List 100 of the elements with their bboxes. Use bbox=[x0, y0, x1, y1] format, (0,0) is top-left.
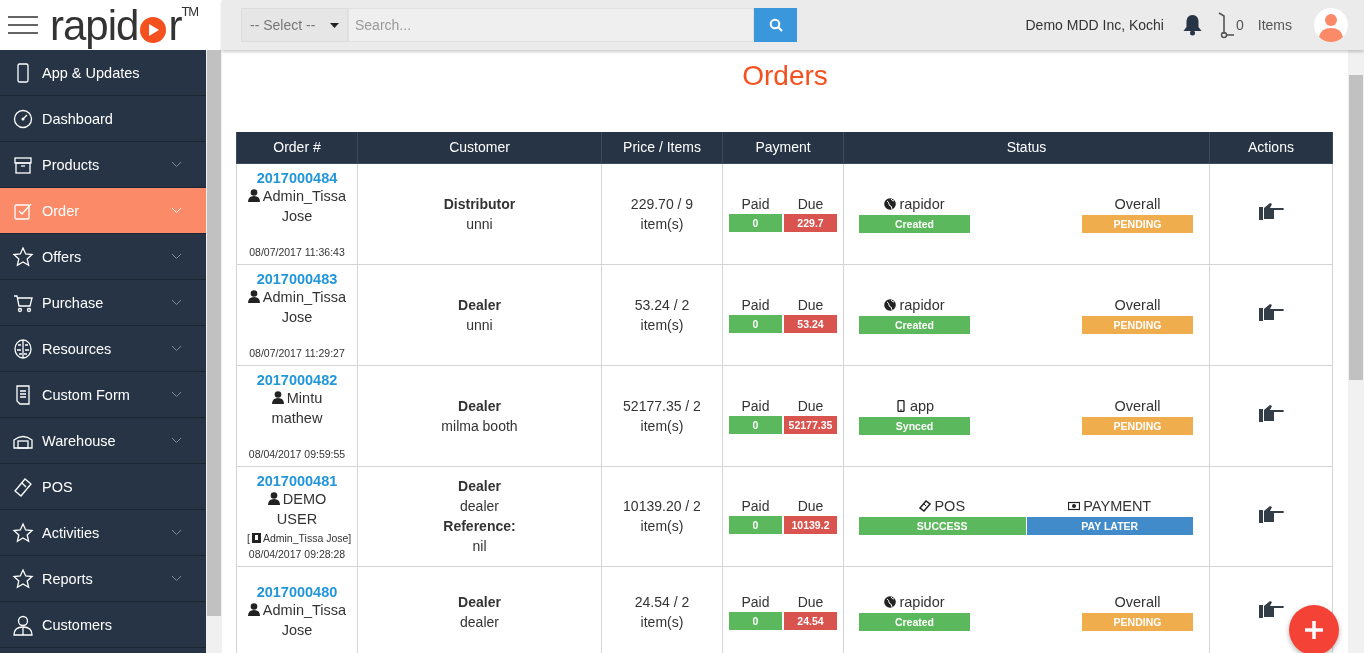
pointing-hand-icon[interactable] bbox=[1257, 202, 1285, 222]
company-name: Demo MDD Inc, Kochi bbox=[1025, 17, 1164, 33]
search-icon bbox=[768, 18, 783, 32]
customer-type: Dealer bbox=[457, 592, 502, 612]
customer-name: milma booth bbox=[440, 416, 519, 436]
customer-name: dealer bbox=[459, 612, 500, 632]
user-name: Admin_Tissa Jose bbox=[247, 599, 347, 640]
column-header: Price / Items bbox=[601, 132, 723, 163]
price-items: 24.54 / 2 item(s) bbox=[633, 592, 691, 632]
column-header: Status bbox=[843, 132, 1210, 163]
paid-label: Paid bbox=[741, 296, 770, 314]
due-amount: 10139.2 bbox=[784, 516, 837, 534]
customer-type: Dealer bbox=[457, 477, 502, 496]
order-date: 08/07/2017 11:29:27 bbox=[248, 346, 346, 359]
customer-type: Distributor bbox=[442, 194, 517, 214]
price-items: 52177.35 / 2 item(s) bbox=[622, 396, 702, 436]
search-field[interactable]: Search... bbox=[348, 8, 754, 42]
paid-amount: 0 bbox=[729, 415, 782, 434]
globe-icon bbox=[884, 298, 897, 311]
status-badge: PENDING bbox=[1082, 416, 1193, 435]
due-amount: 52177.35 bbox=[784, 415, 837, 434]
pointing-hand-icon[interactable] bbox=[1257, 504, 1285, 525]
paid-label: Paid bbox=[741, 397, 770, 415]
status-badge: PENDING bbox=[1082, 214, 1193, 233]
user-icon bbox=[271, 390, 284, 404]
pointing-hand-icon[interactable] bbox=[1257, 404, 1285, 424]
due-label: Due bbox=[797, 195, 824, 213]
status-label: Overall bbox=[1114, 592, 1161, 611]
paid-label: Paid bbox=[741, 593, 770, 611]
paid-amount: 0 bbox=[729, 213, 782, 232]
status-badge: Created bbox=[859, 612, 970, 631]
source-label: app bbox=[894, 396, 935, 415]
due-amount: 24.54 bbox=[784, 611, 837, 630]
column-header: Actions bbox=[1209, 132, 1333, 163]
user-name: Admin_Tissa Jose bbox=[247, 185, 347, 226]
status-badge: Created bbox=[859, 315, 970, 334]
reference-label: Reference: bbox=[442, 517, 517, 536]
cart-label[interactable]: Items bbox=[1257, 17, 1292, 33]
trolley-icon[interactable] bbox=[1216, 11, 1235, 39]
star-icon bbox=[12, 521, 34, 544]
globe-icon bbox=[884, 595, 897, 608]
user-icon bbox=[267, 491, 280, 505]
status-badge: SUCCESS bbox=[859, 517, 1026, 535]
price-items: 53.24 / 2 item(s) bbox=[633, 295, 691, 335]
source-label: rapidor bbox=[884, 592, 945, 611]
globe-icon bbox=[884, 197, 897, 210]
caret-icon bbox=[330, 22, 339, 28]
source-label: rapidor bbox=[884, 295, 945, 314]
user-name: Admin_Tissa Jose bbox=[247, 286, 347, 327]
select-dropdown[interactable]: -- Select -- bbox=[241, 8, 348, 42]
status-label: Overall bbox=[1114, 295, 1161, 314]
bell-icon[interactable] bbox=[1181, 14, 1203, 36]
star-icon bbox=[12, 245, 34, 268]
customer-name: unni bbox=[465, 315, 494, 335]
paid-label: Paid bbox=[741, 195, 770, 213]
due-amount: 53.24 bbox=[784, 314, 837, 333]
user-name: DEMO USER bbox=[247, 488, 347, 529]
paid-amount: 0 bbox=[729, 314, 782, 333]
phone-icon bbox=[894, 399, 907, 412]
column-header: Customer bbox=[357, 132, 602, 163]
customer-type: Dealer bbox=[457, 295, 502, 315]
gauge-icon bbox=[12, 107, 34, 130]
due-label: Due bbox=[797, 397, 824, 415]
page-title: Orders bbox=[741, 60, 829, 92]
scrollbar-thumb[interactable] bbox=[207, 50, 221, 616]
due-label: Due bbox=[797, 498, 824, 515]
plus-icon bbox=[1304, 620, 1324, 640]
status-badge: Created bbox=[859, 214, 970, 233]
menu-icon[interactable] bbox=[8, 15, 38, 35]
user-icon bbox=[247, 289, 260, 303]
source-label: POS bbox=[919, 497, 966, 515]
customer-name: dealer bbox=[459, 497, 500, 516]
column-header: Order # bbox=[236, 132, 358, 163]
status-badge: PENDING bbox=[1082, 315, 1193, 334]
ticket-icon bbox=[919, 500, 932, 512]
source-label: PAYMENT bbox=[1068, 497, 1152, 515]
search-button[interactable] bbox=[754, 8, 797, 42]
id-card-icon bbox=[251, 532, 261, 543]
add-button[interactable] bbox=[1289, 605, 1339, 653]
due-amount: 229.7 bbox=[784, 213, 837, 232]
customer-name: unni bbox=[465, 214, 494, 234]
banknote-icon bbox=[1068, 500, 1081, 512]
customer-type: Dealer bbox=[457, 396, 502, 416]
due-label: Due bbox=[797, 593, 824, 611]
price-items: 229.70 / 9 item(s) bbox=[629, 194, 695, 234]
order-date: 08/04/2017 09:28:28 bbox=[247, 547, 347, 560]
paid-label: Paid bbox=[741, 498, 770, 515]
status-badge: PAY LATER bbox=[1026, 517, 1193, 535]
source-label: rapidor bbox=[884, 194, 945, 213]
user-icon bbox=[247, 602, 260, 616]
status-badge: Synced bbox=[859, 416, 970, 435]
status-badge: PENDING bbox=[1082, 612, 1193, 631]
status-label: Overall bbox=[1114, 194, 1161, 213]
pointing-hand-icon[interactable] bbox=[1257, 303, 1285, 323]
order-date: 08/04/2017 09:59:55 bbox=[247, 447, 347, 460]
created-by-label: [ Admin_Tissa Jose] bbox=[247, 531, 352, 544]
play-icon bbox=[139, 16, 168, 44]
pointing-hand-icon[interactable] bbox=[1257, 600, 1285, 620]
scrollbar-thumb[interactable] bbox=[1349, 75, 1363, 380]
paid-amount: 0 bbox=[729, 611, 782, 630]
